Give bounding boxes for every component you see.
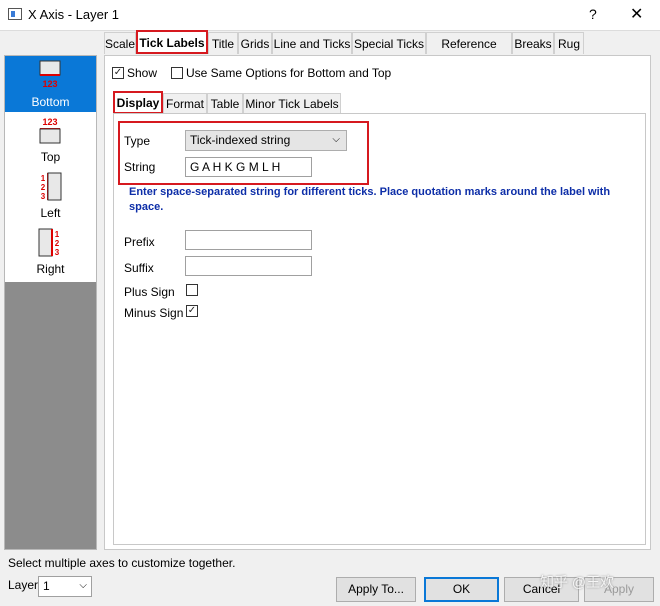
chevron-down-icon: ⌵ (79, 580, 87, 591)
title-bar: X Axis - Layer 1 ? ✕ (0, 0, 660, 31)
type-label: Type (124, 134, 151, 148)
svg-text:3: 3 (55, 248, 60, 257)
tab-title[interactable]: Title (208, 32, 238, 54)
plus-sign-label: Plus Sign (124, 285, 175, 299)
minus-sign-checkbox[interactable]: ✓ (186, 305, 198, 317)
type-dropdown[interactable]: Tick-indexed string ⌵ (185, 130, 347, 151)
minus-sign-label: Minus Sign (124, 306, 184, 320)
sidebar-item-right[interactable]: 1 2 3 Right (5, 226, 96, 282)
axis-list: 123 Bottom 123 Top 1 2 3 Left 1 2 3 Righ… (4, 55, 97, 550)
tab-line-and-ticks[interactable]: Line and Ticks (272, 32, 352, 54)
layer-select[interactable]: 1 ⌵ (38, 576, 92, 597)
window-title: X Axis - Layer 1 (28, 7, 120, 22)
layer-label: Layer (8, 578, 39, 592)
svg-text:1: 1 (55, 230, 60, 239)
subtab-display[interactable]: Display (113, 91, 163, 114)
svg-text:2: 2 (41, 183, 46, 192)
ok-button[interactable]: OK (424, 577, 499, 602)
sidebar-item-label: Bottom (31, 95, 70, 109)
string-input[interactable]: G A H K G M L H (185, 157, 312, 177)
string-hint: Enter space-separated string for differe… (129, 186, 611, 213)
chevron-down-icon: ⌵ (332, 134, 340, 145)
tab-reference-lines[interactable]: Reference Lines (426, 32, 512, 73)
axis-top-icon: 123 (39, 117, 61, 144)
suffix-label: Suffix (124, 261, 154, 275)
type-dropdown-value: Tick-indexed string (190, 133, 291, 147)
svg-text:1: 1 (41, 174, 46, 183)
subtab-format[interactable]: Format (163, 93, 207, 114)
sidebar-item-label: Left (40, 206, 61, 220)
tab-tick-labels[interactable]: Tick Labels (136, 30, 208, 54)
tab-scale[interactable]: Scale (104, 32, 136, 54)
axis-digits-label: 123 (42, 79, 57, 89)
show-checkbox[interactable]: ✓ (112, 67, 124, 79)
subtab-table[interactable]: Table (207, 93, 243, 114)
prefix-label: Prefix (124, 235, 155, 249)
plus-sign-checkbox[interactable] (186, 284, 198, 296)
tab-rug[interactable]: Rug (554, 32, 584, 54)
sidebar-item-bottom[interactable]: 123 Bottom (5, 56, 96, 112)
watermark: 知乎 @王欢 (540, 574, 615, 590)
sidebar-item-label: Top (40, 150, 61, 164)
subtab-minor-tick-labels[interactable]: Minor Tick Labels (243, 93, 341, 114)
axis-bottom-icon: 123 (39, 60, 61, 89)
svg-text:3: 3 (41, 192, 46, 201)
string-label: String (124, 160, 156, 174)
axis-digits-label: 123 (42, 117, 57, 127)
tab-special-ticks[interactable]: Special Ticks (352, 32, 426, 54)
axis-left-icon: 1 2 3 (41, 172, 62, 201)
app-window-icon (8, 8, 22, 20)
layer-select-value: 1 (43, 579, 50, 593)
tab-grids[interactable]: Grids (238, 32, 272, 54)
footer-note: Select multiple axes to customize togeth… (8, 556, 236, 570)
show-label: Show (127, 66, 158, 80)
same-options-checkbox[interactable] (171, 67, 183, 79)
axis-list-empty-area (5, 282, 96, 549)
svg-text:2: 2 (55, 239, 60, 248)
apply-to-button[interactable]: Apply To... (336, 577, 416, 602)
help-button[interactable]: ? (589, 6, 597, 22)
sidebar-item-top[interactable]: 123 Top (5, 114, 96, 170)
tab-breaks[interactable]: Breaks (512, 32, 554, 54)
axis-right-icon: 1 2 3 (38, 228, 60, 257)
suffix-input[interactable] (185, 256, 312, 276)
same-options-label: Use Same Options for Bottom and Top (186, 66, 392, 80)
sidebar-item-left[interactable]: 1 2 3 Left (5, 170, 96, 226)
sidebar-item-label: Right (36, 262, 65, 276)
prefix-input[interactable] (185, 230, 312, 250)
close-icon[interactable]: ✕ (630, 4, 643, 24)
